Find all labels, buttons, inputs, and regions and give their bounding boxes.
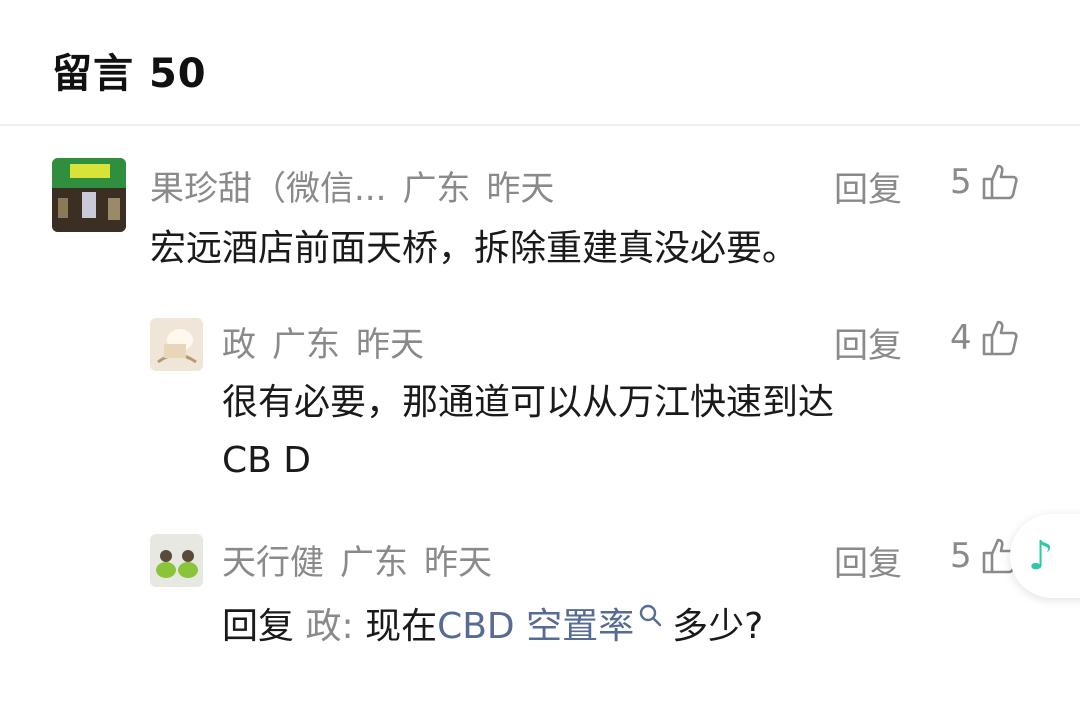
comment-text: 宏远酒店前面天桥，拆除重建真没必要。 bbox=[150, 228, 799, 269]
comment-meta: 果珍甜（微信... 广东 昨天 bbox=[150, 161, 570, 210]
avatar[interactable] bbox=[52, 158, 126, 232]
search-link[interactable]: CBD 空置率 bbox=[437, 598, 634, 656]
like-button[interactable]: 4 bbox=[950, 318, 1020, 358]
reply-prefix: 回复 bbox=[222, 606, 295, 647]
reply-button[interactable]: 回复 bbox=[834, 536, 902, 585]
thumb-up-icon bbox=[982, 320, 1018, 356]
page-title: 留言 50 bbox=[52, 51, 207, 97]
reply-meta: 政 广东 昨天 bbox=[222, 317, 440, 366]
reply-time: 昨天 bbox=[424, 542, 492, 583]
comments-header: 留言 50 bbox=[52, 44, 207, 97]
search-icon[interactable] bbox=[638, 603, 664, 629]
reply-button[interactable]: 回复 bbox=[834, 318, 902, 367]
avatar[interactable] bbox=[150, 318, 203, 371]
reply-time: 昨天 bbox=[356, 324, 424, 365]
reply-text: 很有必要，那通道可以从万江快速到达 CB D bbox=[222, 374, 834, 490]
like-count: 5 bbox=[950, 162, 972, 202]
reply-meta: 天行健 广东 昨天 bbox=[222, 535, 508, 584]
like-count: 5 bbox=[950, 536, 972, 576]
reply-text-line: 很有必要，那通道可以从万江快速到达 bbox=[222, 382, 835, 423]
reply-text: 回复 政: 现在 CBD 空置率 多少? bbox=[222, 598, 763, 656]
comment-count: 50 bbox=[148, 51, 207, 97]
reply-body-end: 多少? bbox=[672, 606, 764, 647]
reply-target[interactable]: 政: bbox=[305, 598, 353, 656]
reply-text-line: CB D bbox=[222, 440, 311, 481]
reply-region: 广东 bbox=[340, 542, 408, 583]
header-divider bbox=[0, 124, 1080, 126]
like-button[interactable]: 5 bbox=[950, 162, 1020, 202]
reply-region: 广东 bbox=[272, 324, 340, 365]
reply-author[interactable]: 天行健 bbox=[222, 535, 324, 584]
reply-body-start: 现在 bbox=[365, 606, 438, 647]
reply-author[interactable]: 政 bbox=[222, 317, 256, 366]
avatar[interactable] bbox=[150, 534, 203, 587]
music-note-icon: ♪ bbox=[1028, 533, 1054, 579]
floating-music-player[interactable]: ♪ bbox=[1010, 514, 1080, 598]
comment-region: 广东 bbox=[402, 168, 471, 209]
like-count: 4 bbox=[950, 318, 972, 358]
reply-button[interactable]: 回复 bbox=[834, 162, 902, 211]
comment-author[interactable]: 果珍甜（微信... bbox=[150, 161, 386, 210]
comment-time: 昨天 bbox=[486, 168, 555, 209]
thumb-up-icon bbox=[982, 164, 1018, 200]
